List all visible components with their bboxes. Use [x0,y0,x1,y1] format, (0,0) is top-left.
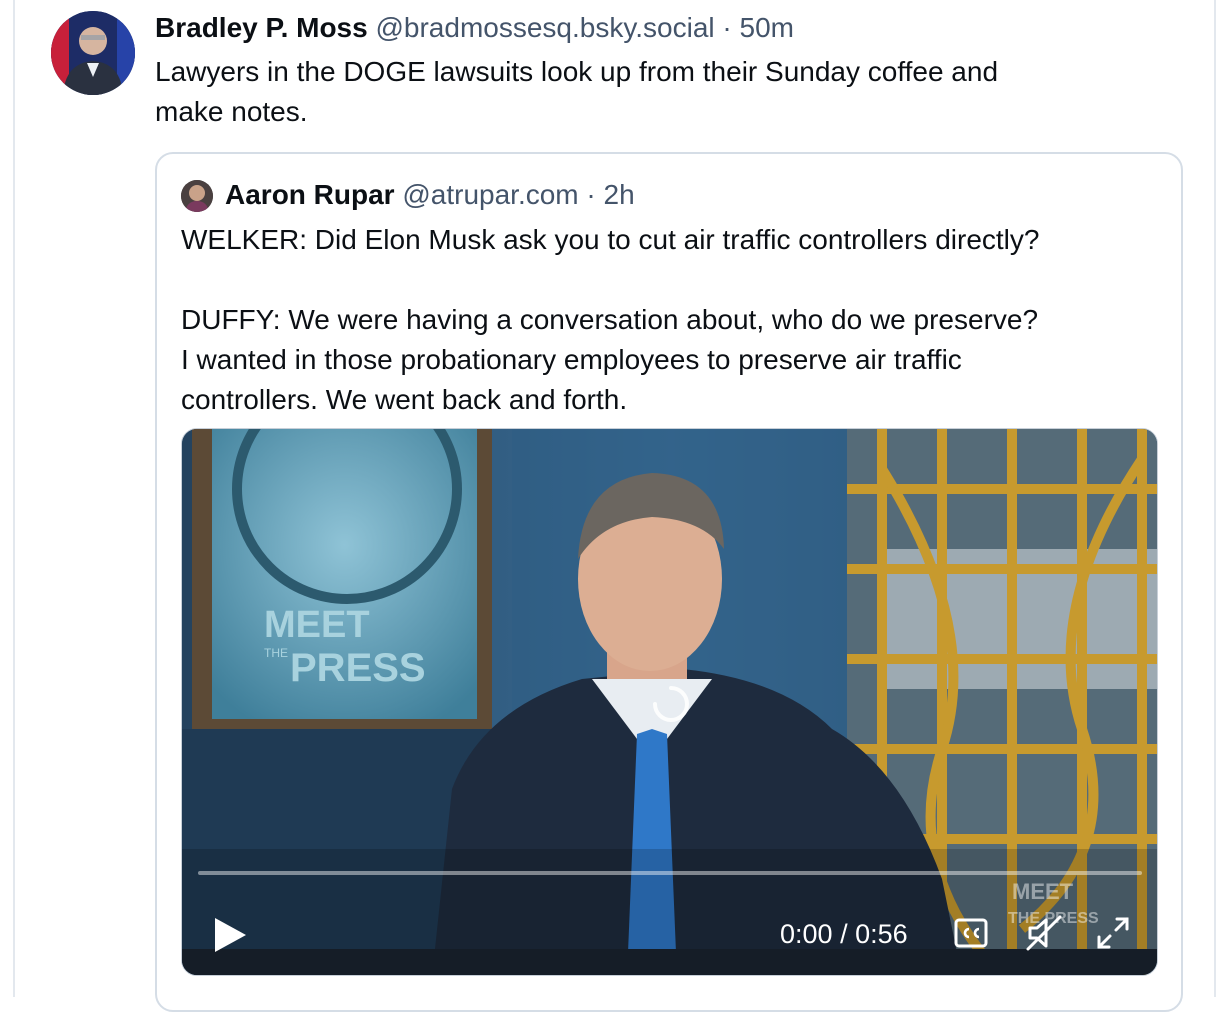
video-current-time: 0:00 [780,919,833,949]
watermark-text-meet: MEET [1012,879,1074,904]
play-icon[interactable] [210,915,250,955]
quote-author-avatar[interactable] [181,180,213,212]
header-separator: · [722,12,732,43]
loading-spinner-icon [653,686,689,722]
quote-header-separator: · [586,179,596,210]
post-text-line: make notes. [155,96,308,127]
feed-divider-left [13,0,15,997]
quote-text-line: controllers. We went back and forth. [181,384,628,415]
fullscreen-icon[interactable] [1095,915,1131,951]
feed-divider-right [1214,0,1216,997]
quote-text-line: DUFFY: We were having a conversation abo… [181,304,1039,335]
author-name[interactable]: Bradley P. Moss [155,12,368,43]
post-header: Bradley P. Moss @bradmossesq.bsky.social… [155,10,794,46]
post-text: Lawyers in the DOGE lawsuits look up fro… [155,52,1155,132]
muted-speaker-icon[interactable] [1024,913,1064,953]
closed-captions-icon[interactable] [953,916,989,950]
logo-text-press: PRESS [290,646,426,690]
logo-text-meet: MEET [264,604,370,646]
quote-author-name[interactable]: Aaron Rupar [225,179,395,210]
quote-timestamp[interactable]: 2h [604,179,635,210]
quote-text: WELKER: Did Elon Musk ask you to cut air… [181,220,1171,420]
video-time-separator: / [832,919,856,949]
author-avatar[interactable] [51,11,135,95]
video-progress-bar[interactable] [198,871,1142,875]
post-text-line: Lawyers in the DOGE lawsuits look up fro… [155,56,999,87]
quote-text-line: WELKER: Did Elon Musk ask you to cut air… [181,224,1040,255]
post-timestamp[interactable]: 50m [740,12,794,43]
video-duration: 0:56 [855,919,908,949]
quote-header: Aaron Rupar @atrupar.com · 2h [225,176,635,214]
quote-text-line: I wanted in those probationary employees… [181,344,962,375]
video-player[interactable]: MEET THE PRESS MEET THE PRESS 0:00 / 0:5… [181,428,1158,976]
quote-author-handle[interactable]: @atrupar.com [402,179,578,210]
logo-text-the: THE [264,646,288,660]
author-handle[interactable]: @bradmossesq.bsky.social [375,12,714,43]
video-time-readout: 0:00 / 0:56 [780,917,908,951]
